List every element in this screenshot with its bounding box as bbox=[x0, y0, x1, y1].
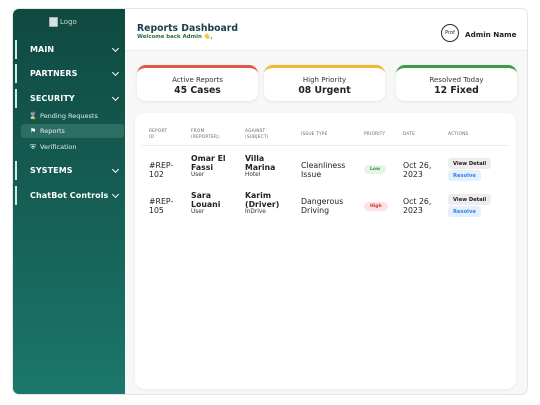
reporter: Omar El Fassi User bbox=[191, 154, 226, 178]
view-detail-button[interactable]: View Detail bbox=[448, 194, 492, 205]
stat-card-active-reports: Active Reports 45 Cases bbox=[137, 65, 258, 101]
view-detail-button[interactable]: View Detail bbox=[448, 158, 492, 169]
column-header-against: AGAINST (SUBJECT) bbox=[245, 129, 269, 140]
stat-title: Resolved Today bbox=[429, 76, 484, 84]
report-id: #REP- 105 bbox=[149, 197, 174, 215]
sidebar-item-label: Reports bbox=[40, 127, 65, 135]
chevron-down-icon bbox=[111, 165, 120, 173]
reports-table: REPORT ID FROM (REPORTER) AGAINST (SUBJE… bbox=[135, 113, 516, 389]
sidebar-section-label: MAIN bbox=[30, 45, 55, 54]
shield-icon: ⛨ bbox=[30, 142, 36, 151]
sidebar-section-label: PARTNERS bbox=[30, 69, 78, 78]
sidebar-item-verification[interactable]: ⛨ Verification bbox=[21, 140, 124, 154]
avatar[interactable]: Prof bbox=[441, 24, 459, 42]
chevron-down-icon bbox=[111, 93, 120, 101]
sidebar-item-label: Pending Requests bbox=[40, 112, 98, 120]
subject: Villa Marina Hotel bbox=[245, 154, 276, 178]
broken-image-icon bbox=[49, 17, 58, 27]
report-id: #REP- 102 bbox=[149, 161, 174, 179]
column-header-actions: ACTIONS bbox=[448, 132, 469, 137]
sidebar-section-systems[interactable]: SYSTEMS bbox=[15, 161, 123, 180]
page-title: Reports Dashboard bbox=[137, 23, 239, 34]
stat-card-high-priority: High Priority 08 Urgent bbox=[264, 65, 385, 101]
sidebar-section-security[interactable]: SECURITY bbox=[15, 89, 123, 108]
column-header-priority: PRIORITY bbox=[364, 132, 386, 137]
issue-type: Dangerous Driving bbox=[301, 197, 344, 215]
issue-type: Cleanliness Issue bbox=[301, 161, 346, 179]
flag-icon: ⚑ bbox=[29, 127, 37, 135]
report-date: Oct 26, 2023 bbox=[403, 161, 432, 179]
sidebar-section-chatbot-controls[interactable]: ChatBot Controls bbox=[15, 186, 123, 205]
report-date: Oct 26, 2023 bbox=[403, 197, 432, 215]
column-header-issue-type: ISSUE TYPE bbox=[301, 132, 328, 137]
admin-name[interactable]: Admin Name bbox=[465, 30, 517, 39]
column-header-date: DATE bbox=[403, 132, 415, 137]
resolve-button[interactable]: Resolve bbox=[448, 206, 481, 217]
hourglass-icon: ⌛ bbox=[28, 112, 38, 120]
reporter: Sara Louani User bbox=[191, 191, 221, 215]
sidebar-section-label: SYSTEMS bbox=[30, 166, 73, 175]
sidebar-section-label: ChatBot Controls bbox=[30, 191, 109, 200]
chevron-down-icon bbox=[111, 190, 120, 198]
chevron-down-icon bbox=[111, 44, 120, 52]
sidebar-item-label: Verification bbox=[40, 143, 77, 151]
column-header-report-id: REPORT ID bbox=[149, 129, 168, 140]
sidebar-section-main[interactable]: MAIN bbox=[15, 40, 123, 59]
stat-value: 45 Cases bbox=[174, 85, 221, 96]
stat-card-resolved-today: Resolved Today 12 Fixed bbox=[396, 65, 517, 101]
app-window: Logo MAIN PARTNERS SECURITY ⌛ Pending Re… bbox=[12, 8, 528, 395]
sidebar: Logo MAIN PARTNERS SECURITY ⌛ Pending Re… bbox=[13, 9, 125, 394]
sidebar-item-reports[interactable]: ⚑ Reports bbox=[21, 124, 124, 138]
stat-value: 08 Urgent bbox=[298, 85, 351, 96]
priority-badge-low: Low bbox=[364, 165, 387, 174]
resolve-button[interactable]: Resolve bbox=[448, 170, 481, 181]
chevron-down-icon bbox=[111, 68, 120, 76]
column-header-from: FROM (REPORTER) bbox=[191, 129, 220, 140]
subject: Karim (Driver) InDrive bbox=[245, 191, 280, 215]
header-divider bbox=[142, 145, 509, 146]
logo: Logo bbox=[49, 17, 77, 27]
stat-value: 12 Fixed bbox=[434, 85, 479, 96]
welcome-text: Welcome back Admin 👋, bbox=[137, 34, 213, 40]
stat-title: High Priority bbox=[302, 76, 347, 84]
priority-badge-high: High bbox=[364, 202, 388, 211]
logo-alt-text: Logo bbox=[60, 18, 77, 26]
sidebar-item-pending-requests[interactable]: ⌛ Pending Requests bbox=[21, 109, 124, 123]
sidebar-section-partners[interactable]: PARTNERS bbox=[15, 64, 123, 83]
stat-title: Active Reports bbox=[172, 76, 223, 84]
header: Reports Dashboard Welcome back Admin 👋, … bbox=[125, 9, 527, 51]
sidebar-section-label: SECURITY bbox=[30, 94, 75, 103]
